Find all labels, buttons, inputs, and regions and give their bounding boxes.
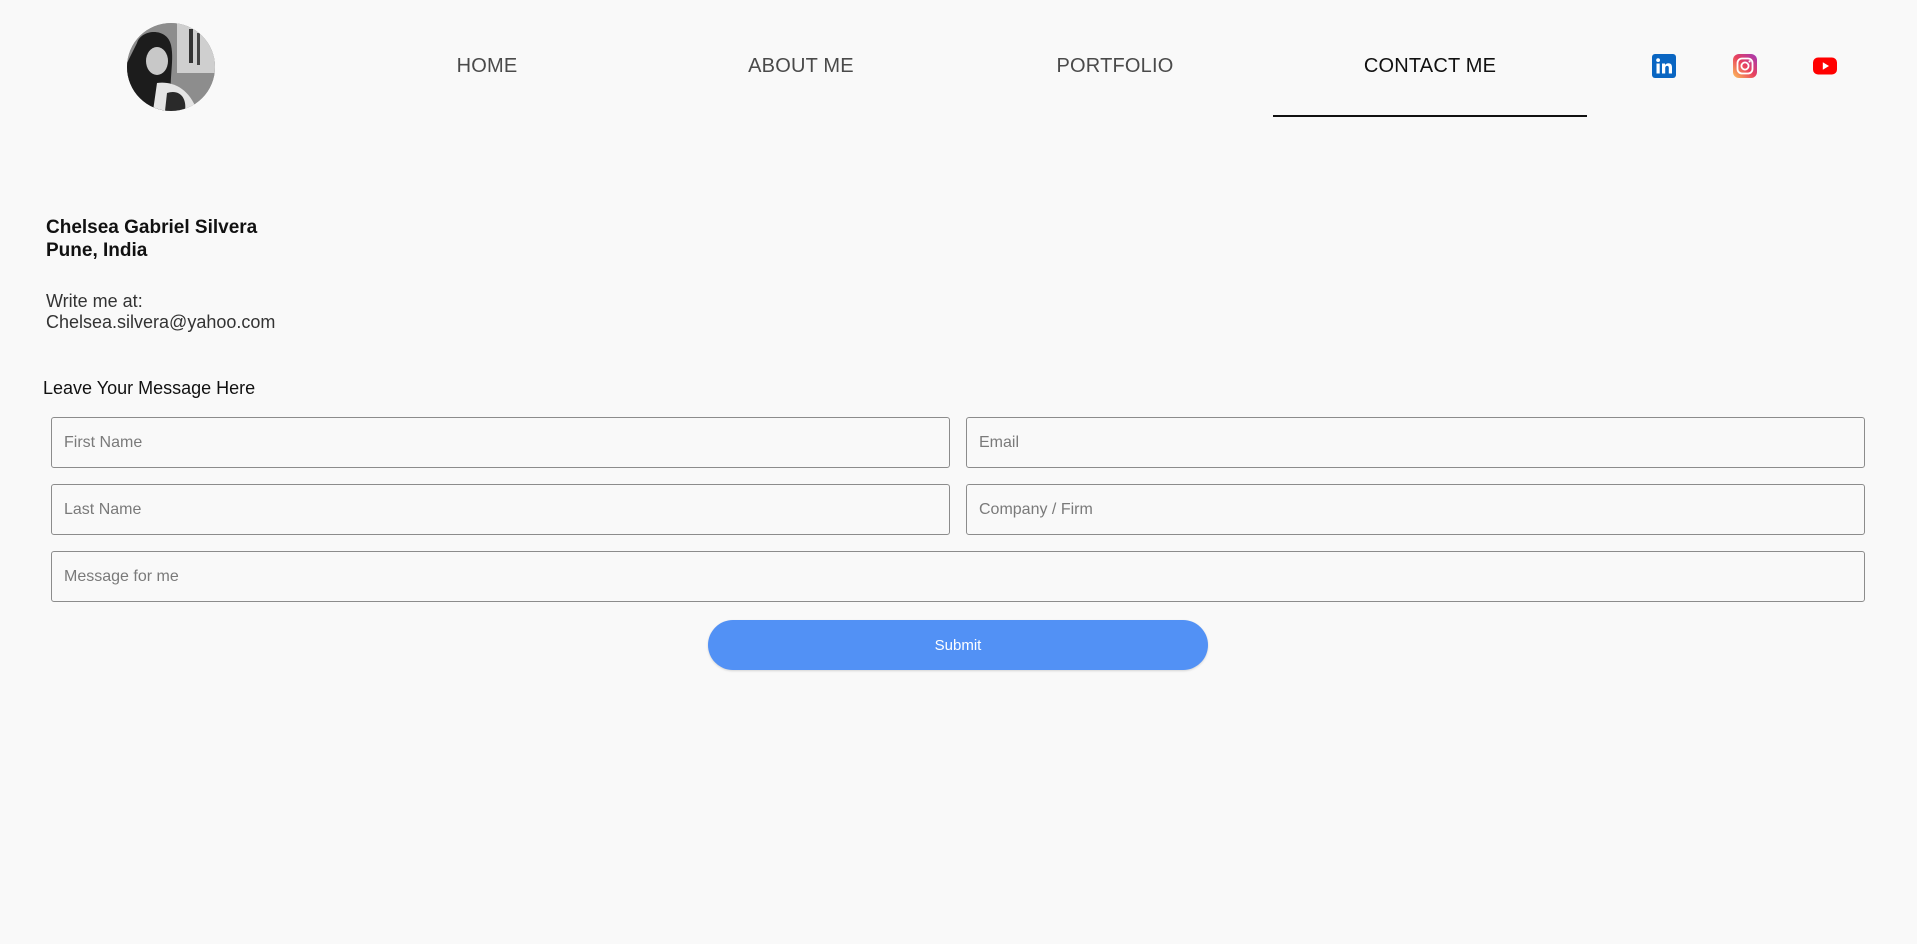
- instagram-icon[interactable]: [1733, 54, 1757, 78]
- youtube-icon[interactable]: [1813, 54, 1837, 78]
- company-input[interactable]: [966, 484, 1865, 535]
- contact-email: Chelsea.silvera@yahoo.com: [46, 312, 276, 332]
- contact-location: Pune, India: [46, 240, 148, 261]
- form-title: Leave Your Message Here: [43, 378, 256, 398]
- nav-contact-me[interactable]: CONTACT ME: [1273, 52, 1587, 80]
- nav-portfolio[interactable]: PORTFOLIO: [958, 52, 1272, 80]
- contact-name: Chelsea Gabriel Silvera: [46, 217, 258, 238]
- active-nav-underline: [1273, 115, 1587, 117]
- main-nav: HOME ABOUT ME PORTFOLIO CONTACT ME: [0, 0, 1917, 120]
- linkedin-icon[interactable]: [1652, 54, 1676, 78]
- submit-button[interactable]: Submit: [708, 620, 1208, 670]
- write-me-label: Write me at:: [46, 291, 143, 311]
- nav-home[interactable]: HOME: [330, 52, 644, 80]
- last-name-input[interactable]: [51, 484, 950, 535]
- message-input[interactable]: [51, 551, 1865, 602]
- first-name-input[interactable]: [51, 417, 950, 468]
- email-input[interactable]: [966, 417, 1865, 468]
- nav-about-me[interactable]: ABOUT ME: [644, 52, 958, 80]
